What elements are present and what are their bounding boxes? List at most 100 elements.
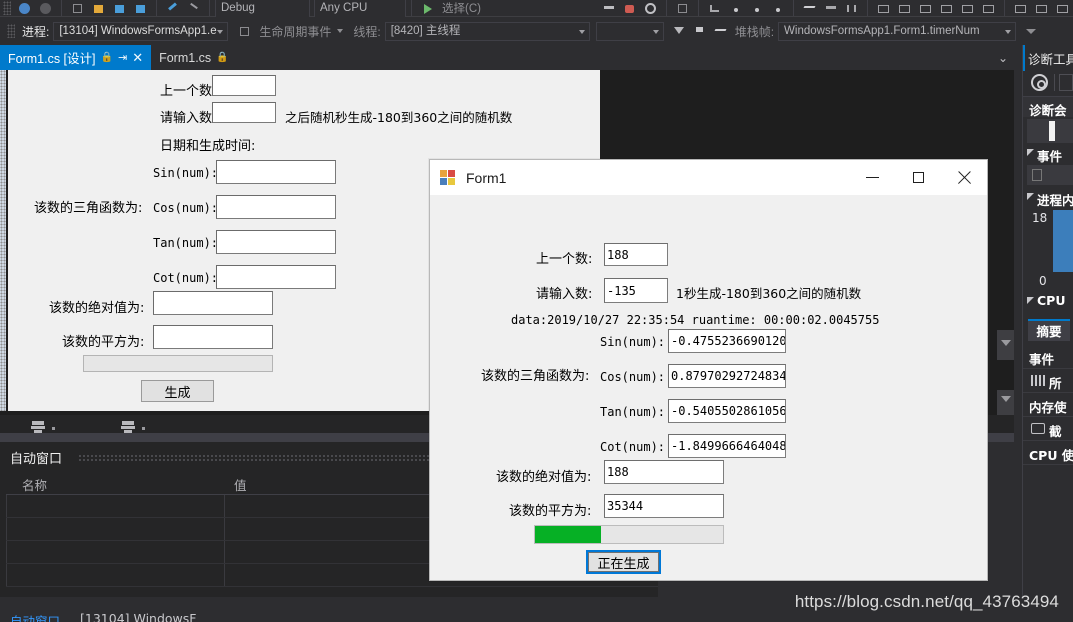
save-icon[interactable] [111, 1, 128, 16]
save-all-icon[interactable] [132, 1, 149, 16]
maximize-button[interactable] [895, 160, 941, 195]
diag-item-memory[interactable]: 内存使 [1023, 393, 1073, 417]
diag-session-label[interactable]: 诊断会 [1029, 100, 1073, 119]
designer-abs-input[interactable] [153, 291, 273, 315]
diag-cpu-expand-icon[interactable] [1027, 297, 1034, 304]
lifecycle-chevron-down-icon[interactable] [337, 29, 344, 33]
size-equal-icon[interactable] [980, 1, 997, 16]
diag-item-all-events[interactable]: 所 [1023, 369, 1073, 393]
minimize-button[interactable] [849, 160, 895, 195]
form1-prev-value[interactable]: 188 [604, 243, 668, 266]
diag-item-events[interactable]: 事件 [1023, 345, 1073, 369]
form1-abs-label: 该数的绝对值为: [496, 470, 592, 485]
step-into-icon[interactable] [706, 1, 723, 16]
thread-combo[interactable]: [8420] 主线程 [384, 21, 590, 41]
distribute-h-icon[interactable] [938, 1, 955, 16]
step-over-icon[interactable] [727, 1, 744, 16]
step-more-icon[interactable] [769, 1, 786, 16]
form1-progress-bar[interactable] [534, 525, 724, 544]
solution-platform-combo[interactable]: Any CPU [314, 0, 406, 18]
diag-item-snapshot[interactable]: 截 [1023, 417, 1073, 441]
breakpoints-icon[interactable] [801, 1, 818, 16]
scroll-up-arrow-icon-2[interactable] [1001, 396, 1011, 402]
lifecycle-events-icon[interactable] [236, 24, 253, 39]
toolbar-grip-2[interactable] [7, 24, 15, 38]
pause-icon[interactable] [600, 1, 617, 16]
diag-process-expand-icon[interactable] [1027, 193, 1034, 200]
disable-breakpoints-icon[interactable] [822, 1, 839, 16]
designer-left-handle[interactable] [0, 70, 6, 411]
diag-process-label[interactable]: 进程内 [1037, 190, 1073, 209]
designer-cot-input[interactable] [216, 265, 336, 289]
toolbar-overflow-icon[interactable] [1026, 28, 1037, 34]
bring-front-icon[interactable] [1012, 1, 1029, 16]
show-next-statement-icon[interactable] [674, 1, 691, 16]
form1-input-field[interactable]: -135 [604, 278, 668, 303]
new-file-icon[interactable] [69, 1, 86, 16]
autos-col-value[interactable]: 值 [234, 475, 247, 494]
diag-toolbar-button[interactable] [1059, 74, 1073, 91]
align-right-icon[interactable] [917, 1, 934, 16]
redo-icon[interactable] [185, 1, 202, 16]
send-back-icon[interactable] [1033, 1, 1050, 16]
form1-dialog[interactable]: Form1 上一个数: 188 请输入数: -135 1秒生成-180到360之… [429, 159, 988, 581]
bottom-tab-process[interactable]: [13104] WindowsF [80, 611, 196, 622]
form1-cos-value[interactable]: 0.879702927248347 [668, 364, 786, 388]
designer-generate-button[interactable]: 生成 [141, 380, 214, 402]
camera-icon [1031, 423, 1045, 434]
diag-cpu-label[interactable]: CPU [1037, 293, 1073, 308]
form1-generate-button[interactable]: 正在生成 [586, 550, 661, 574]
form1-square-value[interactable]: 35344 [604, 494, 724, 518]
close-icon[interactable]: ✕ [132, 50, 143, 66]
form1-abs-value[interactable]: 188 [604, 460, 724, 484]
call-stack-icon[interactable] [712, 24, 729, 39]
designer-trig-group-label: 该数的三角函数为: [34, 201, 143, 216]
tab-form1-designer[interactable]: Form1.cs [设计] 🔒 ⇥ ✕ [0, 45, 152, 70]
form1-titlebar[interactable]: Form1 [430, 160, 987, 195]
navigate-forward-icon[interactable] [37, 1, 54, 16]
tab-overflow-chevron-icon[interactable]: ⌄ [992, 45, 1014, 70]
lock-controls-icon[interactable] [1054, 1, 1071, 16]
diag-item-cpu-usage[interactable]: CPU 使 [1023, 441, 1073, 465]
distribute-v-icon[interactable] [959, 1, 976, 16]
frame-filter-combo[interactable] [595, 21, 664, 41]
diag-events-label[interactable]: 事件 [1037, 146, 1073, 165]
scroll-down-arrow-icon-2[interactable] [1001, 340, 1011, 346]
editor-scroll-secondary-top[interactable] [997, 330, 1014, 360]
start-debug-label[interactable]: 选择(C) [442, 0, 481, 16]
designer-prev-input[interactable] [212, 75, 276, 96]
bottom-tab-autos[interactable]: 自动窗口 [10, 611, 60, 622]
process-combo[interactable]: [13104] WindowsFormsApp1.e [53, 21, 229, 41]
align-left-icon[interactable] [875, 1, 892, 16]
gear-icon[interactable] [1031, 74, 1048, 91]
navigate-back-icon[interactable] [16, 1, 33, 16]
open-folder-icon[interactable] [90, 1, 107, 16]
form1-cot-value[interactable]: -1.84996664640481 [668, 434, 786, 458]
align-center-icon[interactable] [896, 1, 913, 16]
filter-clear-icon[interactable] [691, 24, 708, 39]
filter-icon[interactable] [670, 24, 687, 39]
diag-events-expand-icon[interactable] [1027, 149, 1034, 156]
stop-icon[interactable] [621, 1, 638, 16]
restart-icon[interactable] [642, 1, 659, 16]
start-debug-icon[interactable] [419, 1, 436, 16]
step-out-icon[interactable] [748, 1, 765, 16]
close-button[interactable] [941, 160, 987, 195]
designer-input-field[interactable] [212, 102, 276, 123]
comment-icon[interactable] [843, 1, 860, 16]
solution-config-combo[interactable]: Debug [215, 0, 310, 18]
tab-summary[interactable]: 摘要 [1028, 319, 1070, 341]
pin-icon[interactable]: ⇥ [118, 51, 127, 64]
designer-cos-input[interactable] [216, 195, 336, 219]
undo-icon[interactable] [164, 1, 181, 16]
designer-square-input[interactable] [153, 325, 273, 349]
autos-col-name[interactable]: 名称 [22, 475, 47, 494]
form1-sin-value[interactable]: -0.475523669012058 [668, 329, 786, 353]
designer-progress-bar[interactable] [83, 355, 273, 372]
designer-sin-input[interactable] [216, 160, 336, 184]
tab-form1-code[interactable]: Form1.cs 🔒 [151, 45, 237, 70]
designer-tan-input[interactable] [216, 230, 336, 254]
toolbar-grip[interactable] [3, 1, 11, 15]
stackframe-combo[interactable]: WindowsFormsApp1.Form1.timerNum [778, 21, 1017, 41]
form1-tan-value[interactable]: -0.540550286105635 [668, 399, 786, 423]
